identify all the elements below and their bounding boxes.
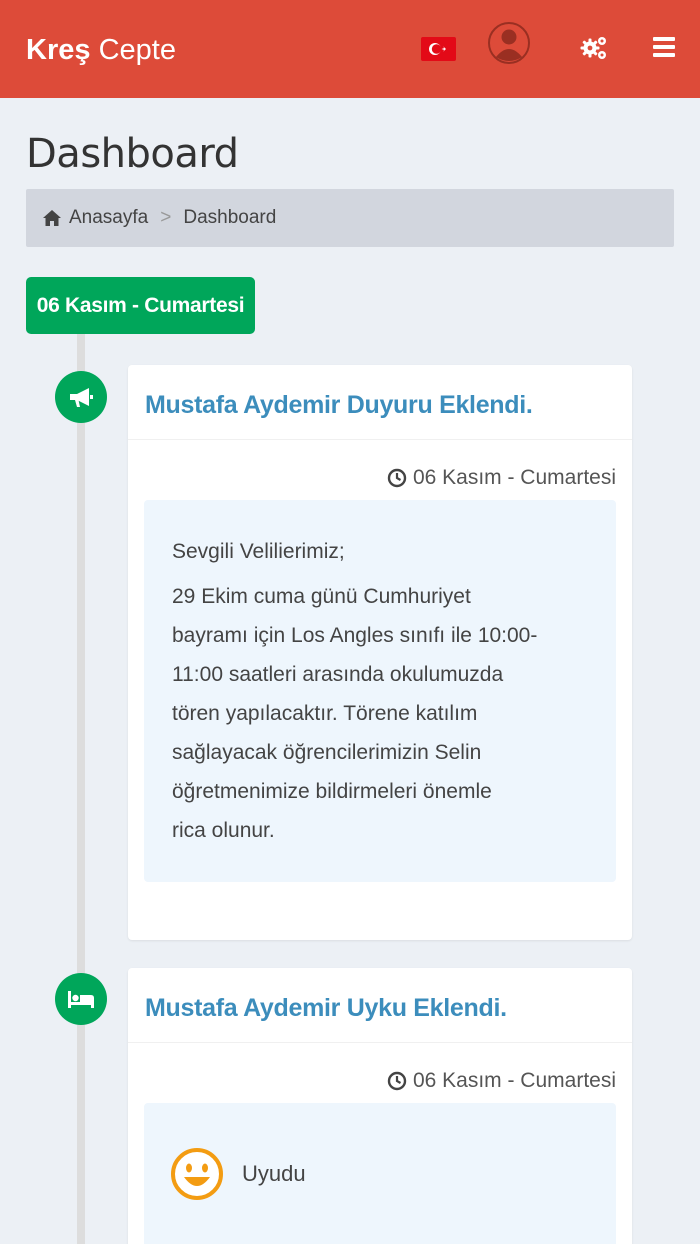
- notice-greeting: Sevgili Velilierimiz;: [172, 540, 345, 563]
- notice-line: rica olunur.: [172, 819, 275, 842]
- notice-line: bayramı için Los Angles sınıfı ile 10:00…: [172, 624, 538, 647]
- notice-body: Sevgili Velilierimiz; 29 Ekim cuma günü …: [144, 500, 616, 882]
- page-title: Dashboard: [26, 131, 239, 177]
- breadcrumb: Anasayfa > Dashboard: [26, 189, 674, 247]
- timeline-item-sleep: Mustafa Aydemir Uyku Eklendi. 06 Kasım -…: [128, 968, 632, 1244]
- notice-time: 06 Kasım - Cumartesi: [128, 464, 632, 492]
- brand-bold: Kreş: [26, 34, 91, 66]
- clock-icon: [387, 1071, 407, 1091]
- breadcrumb-separator: >: [160, 207, 172, 228]
- user-avatar-icon[interactable]: [487, 19, 531, 67]
- bed-icon: [55, 973, 107, 1025]
- smiley-icon: [171, 1148, 223, 1200]
- gears-icon[interactable]: [579, 33, 609, 63]
- sleep-status: Uyudu: [242, 1161, 306, 1186]
- notice-line: 29 Ekim cuma günü Cumhuriyet: [172, 585, 471, 608]
- notice-time-text: 06 Kasım - Cumartesi: [412, 466, 616, 489]
- clock-icon: [387, 468, 407, 488]
- timeline-date-label: 06 Kasım - Cumartesi: [26, 277, 255, 334]
- turkey-flag-icon[interactable]: [421, 37, 456, 61]
- notice-line: sağlayacak öğrencilerimizin Selin: [172, 741, 482, 764]
- megaphone-icon: [55, 371, 107, 423]
- home-icon: [43, 210, 61, 226]
- hamburger-menu-icon[interactable]: [651, 34, 677, 60]
- brand-logo[interactable]: Kreş Cepte: [26, 30, 176, 70]
- breadcrumb-current: Dashboard: [183, 207, 277, 228]
- timeline-item-notice: Mustafa Aydemir Duyuru Eklendi. 06 Kasım…: [128, 365, 632, 940]
- notice-line: tören yapılacaktır. Törene katılım: [172, 702, 478, 725]
- brand-light: Cepte: [98, 34, 176, 66]
- sleep-time-text: 06 Kasım - Cumartesi: [412, 1069, 616, 1092]
- sleep-body: Uyudu: [144, 1103, 616, 1244]
- notice-line: öğretmenimize bildirmeleri önemle: [172, 780, 492, 803]
- timeline-line: [77, 334, 85, 1244]
- sleep-title[interactable]: Mustafa Aydemir Uyku Eklendi.: [128, 968, 632, 1043]
- sleep-time: 06 Kasım - Cumartesi: [128, 1067, 632, 1095]
- notice-line: 11:00 saatleri arasında okulumuzda: [172, 663, 504, 686]
- top-navbar: Kreş Cepte: [0, 0, 700, 98]
- notice-title[interactable]: Mustafa Aydemir Duyuru Eklendi.: [128, 365, 632, 440]
- breadcrumb-home-link[interactable]: Anasayfa: [69, 207, 148, 229]
